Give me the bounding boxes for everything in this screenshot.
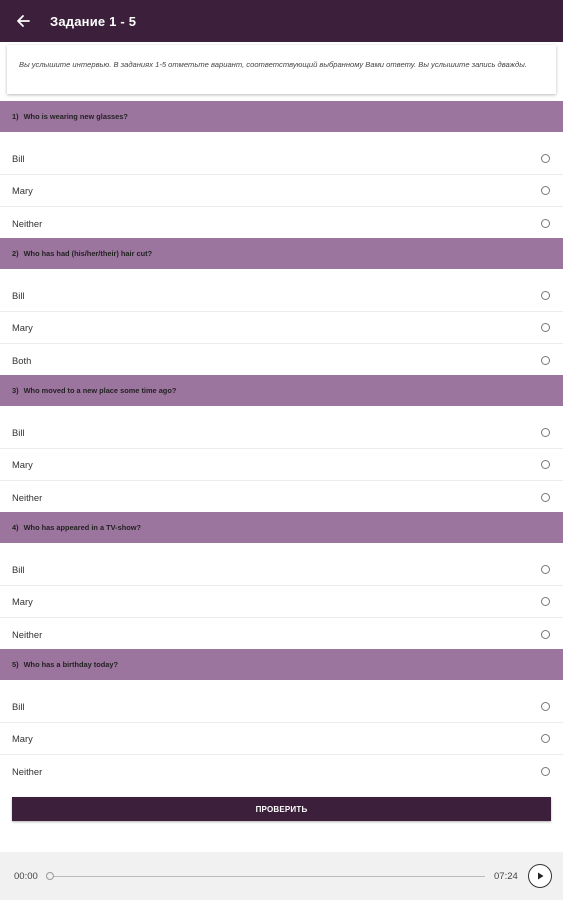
question-header: 3) Who moved to a new place some time ag… bbox=[0, 375, 563, 406]
radio-button[interactable] bbox=[541, 460, 550, 469]
page-title: Задание 1 - 5 bbox=[50, 13, 137, 29]
option-label: Bill bbox=[12, 427, 25, 438]
current-time: 00:00 bbox=[14, 871, 38, 882]
answer-option[interactable]: Bill bbox=[0, 691, 563, 723]
option-label: Neither bbox=[12, 765, 43, 777]
question-header: 5) Who has a birthday today? bbox=[0, 649, 563, 680]
check-button[interactable]: ПРОВЕРИТЬ bbox=[12, 797, 551, 821]
question-number: 3) bbox=[12, 386, 19, 395]
option-label: Neither bbox=[12, 217, 43, 229]
answer-option[interactable]: Mary bbox=[0, 312, 563, 344]
instruction-text: Вы услышите интервью. В заданиях 1-5 отм… bbox=[19, 60, 527, 69]
option-label: Neither bbox=[12, 491, 43, 503]
answer-option[interactable]: Bill bbox=[0, 417, 563, 449]
question-block-2: 2) Who has had (his/her/their) hair cut?… bbox=[0, 238, 563, 375]
app-bar: Задание 1 - 5 bbox=[0, 0, 563, 42]
question-block-5: 5) Who has a birthday today? Bill Mary N… bbox=[0, 649, 563, 786]
radio-button[interactable] bbox=[541, 492, 550, 502]
question-header: 4) Who has appeared in a TV-show? bbox=[0, 512, 563, 543]
answer-option[interactable]: Mary bbox=[0, 449, 563, 481]
answer-option[interactable]: Mary bbox=[0, 586, 563, 618]
radio-button[interactable] bbox=[541, 355, 550, 365]
radio-button[interactable] bbox=[541, 597, 550, 606]
seek-bar[interactable] bbox=[47, 876, 485, 877]
radio-button[interactable] bbox=[541, 428, 550, 437]
play-icon[interactable] bbox=[528, 864, 552, 888]
option-label: Both bbox=[12, 354, 32, 366]
answer-option[interactable]: Bill bbox=[0, 280, 563, 312]
question-number: 2) bbox=[12, 249, 19, 258]
radio-button[interactable] bbox=[541, 154, 550, 163]
answer-option[interactable]: Mary bbox=[0, 723, 563, 755]
question-number: 4) bbox=[12, 523, 19, 532]
question-number: 1) bbox=[12, 112, 19, 121]
answer-option[interactable]: Neither bbox=[0, 481, 563, 513]
duration-time: 07:24 bbox=[494, 871, 518, 882]
answer-option[interactable]: Neither bbox=[0, 618, 563, 650]
option-label: Bill bbox=[12, 290, 25, 301]
question-header: 2) Who has had (his/her/their) hair cut? bbox=[0, 238, 563, 269]
answer-option[interactable]: Neither bbox=[0, 755, 563, 787]
audio-player: 00:00 07:24 bbox=[0, 852, 563, 900]
question-text: Who moved to a new place some time ago? bbox=[23, 386, 177, 395]
question-block-4: 4) Who has appeared in a TV-show? Bill M… bbox=[0, 512, 563, 649]
seek-thumb[interactable] bbox=[46, 872, 54, 880]
answer-option[interactable]: Bill bbox=[0, 554, 563, 586]
option-label: Mary bbox=[12, 596, 33, 607]
radio-button[interactable] bbox=[541, 186, 550, 195]
question-text: Who has appeared in a TV-show? bbox=[23, 523, 142, 532]
answer-option[interactable]: Neither bbox=[0, 207, 563, 239]
option-label: Mary bbox=[12, 459, 33, 470]
answer-option[interactable]: Mary bbox=[0, 175, 563, 207]
radio-button[interactable] bbox=[541, 323, 550, 332]
question-text: Who is wearing new glasses? bbox=[23, 112, 128, 121]
question-block-3: 3) Who moved to a new place some time ag… bbox=[0, 375, 563, 512]
question-block-1: 1) Who is wearing new glasses? Bill Mary… bbox=[0, 101, 563, 238]
radio-button[interactable] bbox=[541, 218, 550, 228]
option-label: Mary bbox=[12, 733, 33, 744]
question-text: Who has had (his/her/their) hair cut? bbox=[23, 249, 153, 258]
radio-button[interactable] bbox=[541, 702, 550, 711]
option-label: Mary bbox=[12, 322, 33, 333]
answer-option[interactable]: Both bbox=[0, 344, 563, 376]
option-label: Bill bbox=[12, 701, 25, 712]
radio-button[interactable] bbox=[541, 629, 550, 639]
option-label: Bill bbox=[12, 153, 25, 164]
question-text: Who has a birthday today? bbox=[23, 660, 119, 669]
radio-button[interactable] bbox=[541, 565, 550, 574]
option-label: Neither bbox=[12, 628, 43, 640]
option-label: Bill bbox=[12, 564, 25, 575]
arrow-left-icon[interactable] bbox=[14, 12, 32, 30]
radio-button[interactable] bbox=[541, 766, 550, 776]
question-header: 1) Who is wearing new glasses? bbox=[0, 101, 563, 132]
question-number: 5) bbox=[12, 660, 19, 669]
instruction-card: Вы услышите интервью. В заданиях 1-5 отм… bbox=[7, 45, 556, 94]
radio-button[interactable] bbox=[541, 734, 550, 743]
radio-button[interactable] bbox=[541, 291, 550, 300]
option-label: Mary bbox=[12, 185, 33, 196]
answer-option[interactable]: Bill bbox=[0, 143, 563, 175]
